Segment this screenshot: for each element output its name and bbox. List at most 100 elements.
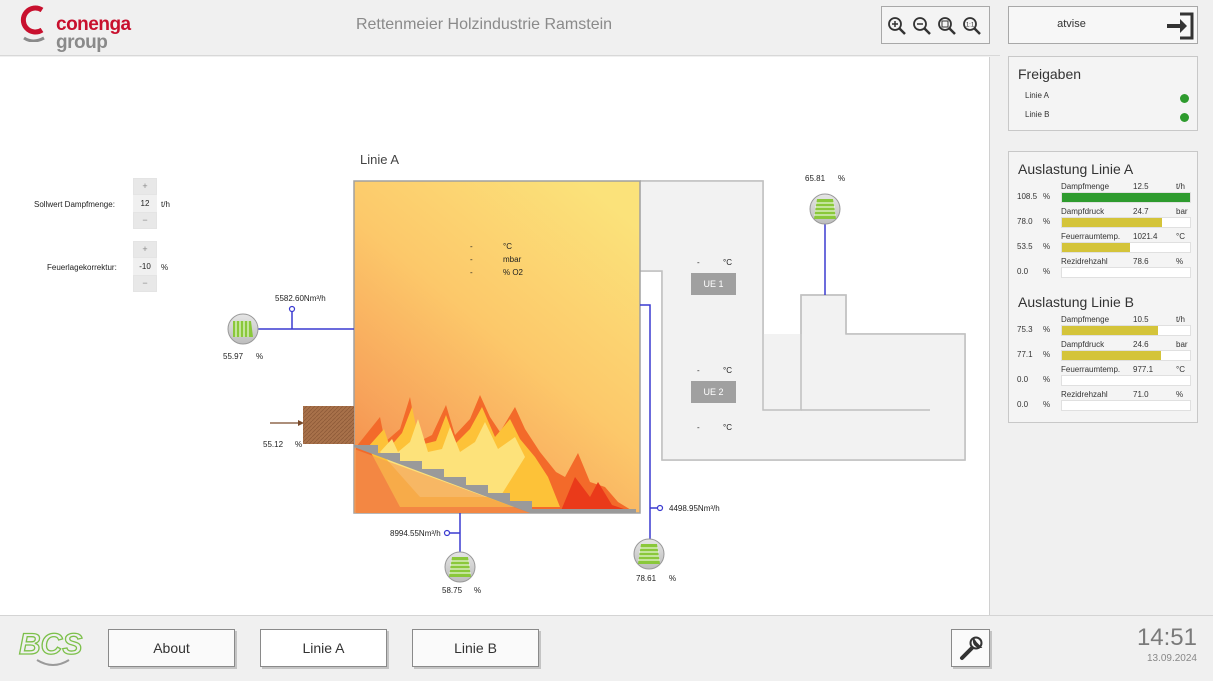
metric-value: 24.6 [1133,340,1149,349]
zoom-in-icon[interactable] [886,15,908,37]
metric-label: Rezidrehzahl [1061,390,1108,399]
page-title: Rettenmeier Holzindustrie Ramstein [355,16,613,33]
metric-label: Dampfmenge [1061,315,1110,324]
auslastung-panel: Auslastung Linie A 108.5% Dampfmenge 12.5 t… [1008,151,1198,423]
metric-value: 12.5 [1133,182,1149,191]
conenga-logo-icon [20,5,45,42]
freigaben-panel: Freigaben Linie A Linie B [1008,56,1198,131]
load-bar-fill [1062,243,1131,252]
ue2-label: UE 2 [703,387,724,397]
feeder-value: 55.12 [263,440,284,449]
fan-bottom-value: 58.75 [442,586,463,595]
metric-value: 24.7 [1133,207,1149,216]
clock-date: 13.09.2024 [1146,653,1197,664]
load-percent-value: 108.5 [1017,192,1038,201]
load-percent-value: 0.0 [1017,375,1029,384]
metric-label: Dampfdruck [1061,207,1105,216]
metric-unit: % [1176,390,1184,399]
load-percent-value: 53.5 [1017,242,1033,251]
fan-right-unit: % [669,574,677,583]
fan-left-unit: % [256,352,264,361]
freigabe-linie-b-status [1180,113,1189,122]
ue2-temp-bottom-unit: °C [723,423,732,432]
metric-unit: bar [1176,340,1188,349]
about-button[interactable]: About [108,629,235,667]
load-percent-value: 0.0 [1017,267,1029,276]
ue2-temp-bottom-value: - [697,423,700,432]
linie-b-button[interactable]: Linie B [412,629,539,667]
metric-unit: t/h [1176,182,1185,191]
furnace-pressure-value: - [470,255,473,264]
clock-time: 14:51 [1136,624,1197,651]
metric-label: Rezidrehzahl [1061,257,1108,266]
freigabe-linie-a-label: Linie A [1025,91,1050,100]
zoom-out-icon[interactable] [911,15,933,37]
load-percent-value: 75.3 [1017,325,1033,334]
fan-left-icon[interactable] [227,313,259,345]
load-percent-value: 77.1 [1017,350,1033,359]
fan-right-value: 78.61 [636,574,657,583]
load-percent-unit: % [1043,400,1051,409]
load-bar [1061,267,1191,278]
zoom-toolbar: 1:1 [881,6,990,44]
fan-stack-icon[interactable] [809,193,841,225]
load-bar [1061,242,1191,253]
fan-right-flow: 4498.95Nm³/h [669,504,720,513]
load-percent-unit: % [1043,375,1051,384]
linie-a-button[interactable]: Linie A [260,629,387,667]
load-bar [1061,400,1191,411]
ue1-temp-value: - [697,258,700,267]
freigabe-linie-a-status [1180,94,1189,103]
load-bar-fill [1062,218,1162,227]
bcs-logo-icon: BCS [18,627,83,666]
freigabe-linie-b-label: Linie B [1025,110,1050,119]
load-percent-unit: % [1043,267,1051,276]
user-panel: atvise [1008,6,1198,44]
metric-unit: °C [1176,232,1185,241]
svg-text:BCS: BCS [19,628,82,661]
metric-unit: bar [1176,207,1188,216]
load-bar [1061,192,1191,203]
username-label: atvise [1057,18,1086,30]
metric-value: 977.1 [1133,365,1154,374]
fan-bottom-icon[interactable] [444,551,476,583]
load-bar [1061,217,1191,228]
fan-left-flow: 5582.60Nm³/h [275,294,326,303]
fan-bottom-unit: % [474,586,482,595]
load-percent-value: 78.0 [1017,217,1033,226]
process-diagram-canvas: Linie A Sollwert Dampfmenge: + 12 − t/h … [0,57,990,615]
footer-bar: BCS About Linie A Linie B 14:51 13.09.20… [0,615,1213,681]
metric-label: Dampfmenge [1061,182,1110,191]
fan-right-icon[interactable] [633,538,665,570]
settings-button[interactable] [951,629,990,667]
fan-stack-value: 65.81 [805,174,826,183]
furnace-temp-unit: °C [503,242,512,251]
logout-icon[interactable] [1164,11,1196,41]
svg-text:1:1: 1:1 [966,23,975,29]
feeder-unit: % [295,440,303,449]
furnace-pressure-unit: mbar [503,255,522,264]
fan-left-value: 55.97 [223,352,244,361]
metric-unit: t/h [1176,315,1185,324]
ue2-temp-top-unit: °C [723,366,732,375]
zoom-reset-icon[interactable]: 1:1 [961,15,983,37]
auslastung-a-title: Auslastung Linie A [1018,161,1134,177]
metric-unit: °C [1176,365,1185,374]
load-bar-fill [1062,193,1190,202]
load-bar-fill [1062,351,1161,360]
load-percent-unit: % [1043,325,1051,334]
zoom-fit-icon[interactable] [936,15,958,37]
metric-unit: % [1176,257,1184,266]
freigaben-title: Freigaben [1018,66,1082,82]
fan-bottom-flow: 8994.55Nm³/h [390,529,441,538]
load-percent-unit: % [1043,350,1051,359]
load-bar [1061,350,1191,361]
metric-value: 71.0 [1133,390,1149,399]
auslastung-b-title: Auslastung Linie B [1018,294,1134,310]
ue1-label: UE 1 [703,279,724,289]
metric-value: 1021.4 [1133,232,1158,241]
header-bar: conenga group Rettenmeier Holzindustrie … [0,0,1000,56]
ue2-temp-top-value: - [697,366,700,375]
wrench-icon [960,636,983,660]
metric-value: 10.5 [1133,315,1149,324]
